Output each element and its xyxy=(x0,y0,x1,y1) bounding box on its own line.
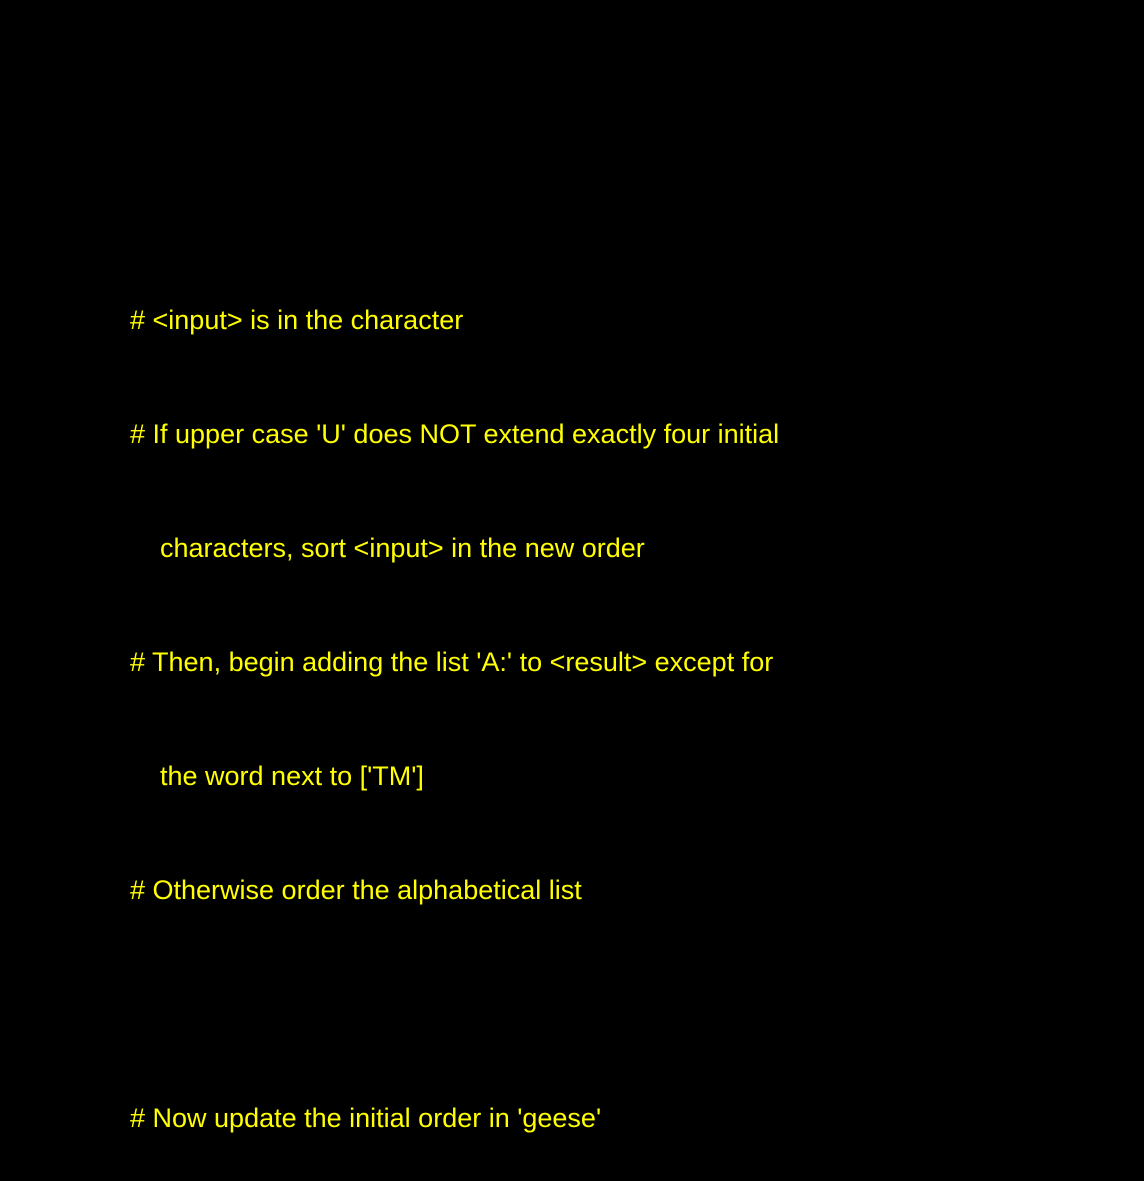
comment-line-2: # If upper case 'U' does NOT extend exac… xyxy=(130,419,780,449)
comment-line-4: # Then, begin adding the list 'A:' to <r… xyxy=(130,647,774,677)
comment-line-8: # Now update the initial order in 'geese… xyxy=(130,1103,602,1133)
comment-line-5: the word next to ['TM'] xyxy=(160,761,424,791)
comment-line-1: # <input> is in the character xyxy=(130,305,464,335)
comment-line-6: # Otherwise order the alphabetical list xyxy=(130,875,582,905)
comment-line-3: characters, sort <input> in the new orde… xyxy=(160,533,645,563)
comment-text-block: # <input> is in the character # If upper… xyxy=(130,238,1110,1181)
